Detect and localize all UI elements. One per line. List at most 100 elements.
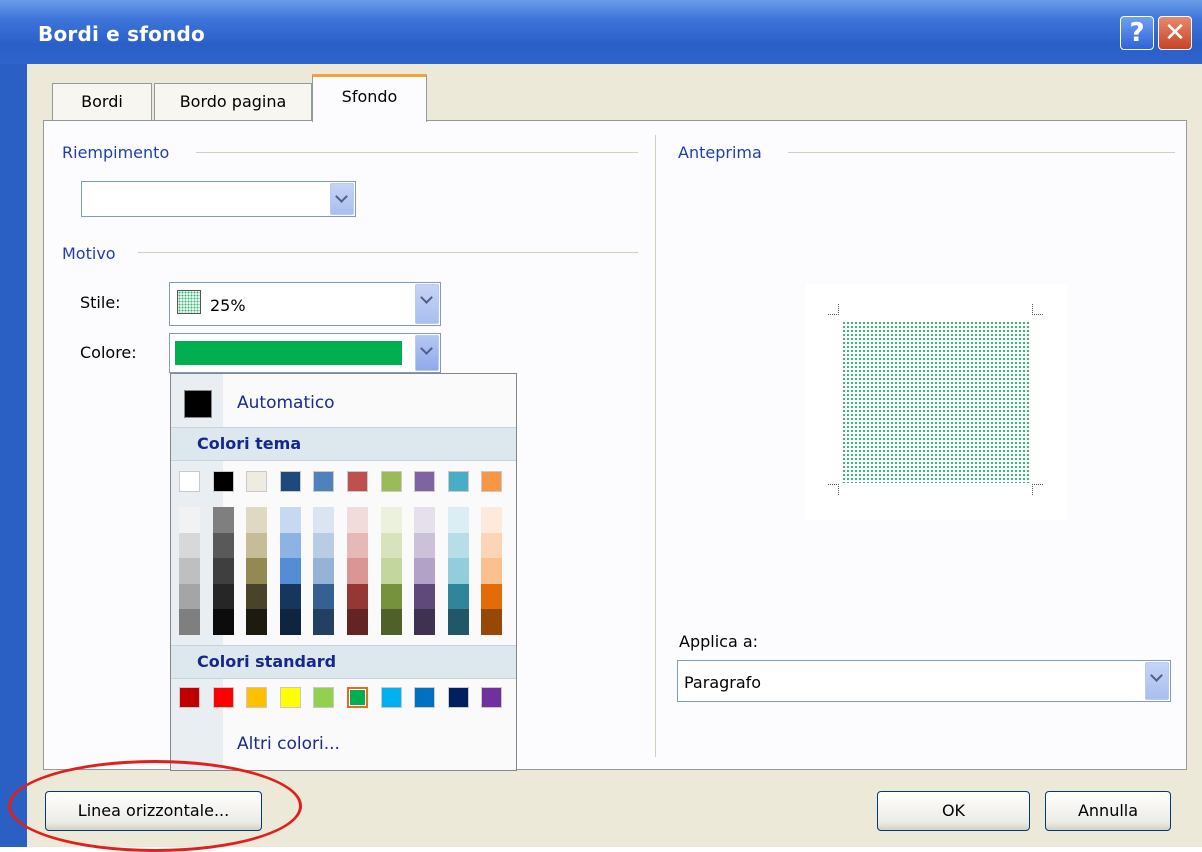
theme-tint-swatch[interactable] (179, 609, 200, 635)
pattern-style-dropdown[interactable]: 25% (169, 282, 441, 326)
theme-tint-swatch[interactable] (179, 507, 200, 533)
standard-color-swatch[interactable] (380, 687, 402, 708)
theme-tint-swatch[interactable] (246, 532, 268, 559)
tab-bordo-pagina[interactable]: Bordo pagina (154, 83, 312, 121)
theme-tint-swatch[interactable] (447, 558, 469, 584)
theme-tint-swatch[interactable] (279, 609, 301, 635)
theme-tint-swatch[interactable] (313, 507, 335, 533)
theme-tint-swatch[interactable] (481, 507, 503, 533)
standard-color-swatch[interactable] (313, 687, 335, 708)
preview-group-label: Anteprima (678, 143, 762, 162)
crop-mark-icon (828, 304, 839, 315)
chevron-down-icon[interactable] (330, 183, 354, 215)
theme-tint-swatch[interactable] (347, 583, 368, 610)
cancel-button[interactable]: Annulla (1045, 791, 1171, 831)
chevron-down-icon[interactable] (415, 335, 439, 371)
theme-tint-swatch[interactable] (313, 609, 335, 635)
theme-tint-swatch[interactable] (414, 609, 436, 635)
ok-button[interactable]: OK (877, 791, 1030, 831)
standard-color-swatch[interactable] (347, 687, 368, 708)
style-label: Stile: (80, 293, 121, 312)
theme-tint-swatch[interactable] (380, 583, 402, 610)
theme-tint-swatch[interactable] (447, 507, 469, 533)
help-button[interactable]: ? (1120, 16, 1154, 50)
theme-tint-swatch[interactable] (380, 507, 402, 533)
theme-color-swatch[interactable] (380, 471, 402, 492)
theme-tint-swatch[interactable] (481, 532, 503, 559)
chevron-down-icon[interactable] (1145, 662, 1169, 700)
theme-color-swatch[interactable] (179, 471, 200, 492)
automatic-label: Automatico (237, 393, 335, 413)
theme-tint-swatch[interactable] (347, 558, 368, 584)
theme-tint-swatch[interactable] (313, 583, 335, 610)
theme-tint-swatch[interactable] (380, 532, 402, 559)
close-button[interactable]: ✕ (1158, 16, 1192, 50)
crop-mark-icon (1032, 484, 1043, 495)
theme-tint-swatch[interactable] (212, 583, 234, 610)
theme-color-swatch[interactable] (414, 471, 436, 492)
pattern-group-label: Motivo (62, 244, 116, 263)
theme-tint-swatch[interactable] (414, 532, 436, 559)
theme-tint-swatch[interactable] (212, 507, 234, 533)
theme-tint-swatch[interactable] (246, 583, 268, 610)
theme-tint-swatch[interactable] (212, 609, 234, 635)
theme-color-swatch[interactable] (279, 471, 301, 492)
standard-color-swatch[interactable] (279, 687, 301, 708)
tab-label: Bordo pagina (179, 92, 287, 111)
theme-tint-swatch[interactable] (179, 532, 200, 559)
theme-tint-swatch[interactable] (481, 583, 503, 610)
theme-tint-swatch[interactable] (246, 507, 268, 533)
theme-tint-swatch[interactable] (279, 532, 301, 559)
theme-tint-swatch[interactable] (179, 558, 200, 584)
theme-tint-swatch[interactable] (347, 532, 368, 559)
color-label: Colore: (80, 343, 137, 362)
standard-color-swatch[interactable] (447, 687, 469, 708)
theme-tint-swatch[interactable] (481, 609, 503, 635)
apply-to-dropdown[interactable]: Paragrafo (677, 660, 1171, 702)
theme-color-swatch[interactable] (481, 471, 503, 492)
pattern-color-dropdown[interactable] (169, 333, 441, 373)
theme-tint-swatch[interactable] (414, 558, 436, 584)
theme-color-swatch[interactable] (246, 471, 268, 492)
theme-tint-swatch[interactable] (347, 609, 368, 635)
theme-color-swatch[interactable] (347, 471, 368, 492)
theme-tint-swatch[interactable] (179, 583, 200, 610)
tab-sfondo[interactable]: Sfondo (312, 74, 427, 122)
automatic-color-item[interactable]: Automatico (171, 374, 516, 430)
theme-tint-swatch[interactable] (447, 583, 469, 610)
theme-tint-swatch[interactable] (447, 532, 469, 559)
theme-color-swatch[interactable] (447, 471, 469, 492)
theme-tint-swatch[interactable] (380, 609, 402, 635)
theme-tint-swatch[interactable] (447, 609, 469, 635)
theme-tint-swatch[interactable] (414, 507, 436, 533)
standard-color-swatch[interactable] (179, 687, 200, 708)
pattern-style-value: 25% (210, 296, 246, 315)
tab-bordi[interactable]: Bordi (52, 83, 152, 121)
theme-tint-swatch[interactable] (414, 583, 436, 610)
theme-tint-swatch[interactable] (279, 558, 301, 584)
theme-color-swatch[interactable] (313, 471, 335, 492)
title-bar[interactable]: Bordi e sfondo ? ✕ (0, 0, 1202, 64)
theme-tint-swatch[interactable] (212, 532, 234, 559)
more-colors-item[interactable]: Altri colori... (171, 719, 516, 769)
theme-colors-header: Colori tema (171, 427, 516, 461)
theme-tint-swatch[interactable] (246, 558, 268, 584)
standard-color-swatch[interactable] (246, 687, 268, 708)
chevron-down-icon[interactable] (415, 284, 439, 324)
theme-tint-swatch[interactable] (481, 558, 503, 584)
theme-tint-swatch[interactable] (212, 558, 234, 584)
standard-colors-header: Colori standard (171, 645, 516, 679)
theme-tint-swatch[interactable] (380, 558, 402, 584)
fill-color-dropdown[interactable] (81, 181, 356, 217)
theme-tint-swatch[interactable] (246, 609, 268, 635)
theme-tint-swatch[interactable] (347, 507, 368, 533)
standard-color-swatch[interactable] (481, 687, 503, 708)
divider (138, 252, 638, 253)
theme-tint-swatch[interactable] (279, 507, 301, 533)
standard-color-swatch[interactable] (414, 687, 436, 708)
theme-color-swatch[interactable] (212, 471, 234, 492)
theme-tint-swatch[interactable] (313, 532, 335, 559)
theme-tint-swatch[interactable] (279, 583, 301, 610)
theme-tint-swatch[interactable] (313, 558, 335, 584)
standard-color-swatch[interactable] (212, 687, 234, 708)
